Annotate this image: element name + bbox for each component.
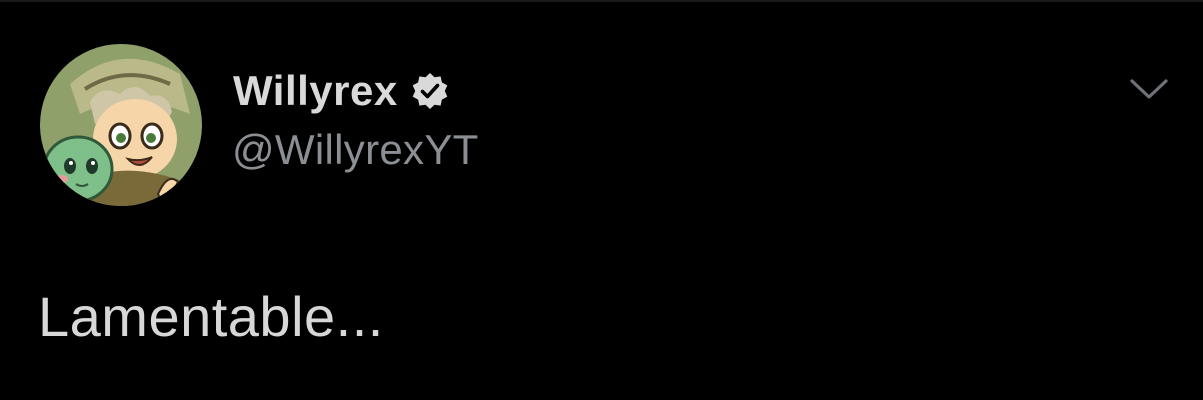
author-display-name[interactable]: Willyrex [233,67,398,115]
chevron-down-icon[interactable] [1128,74,1170,104]
avatar[interactable] [40,44,202,206]
cartoon-avatar-icon [40,44,202,206]
tweet-text: Lamentable... [38,285,384,348]
author-name-row[interactable]: Willyrex [233,64,450,118]
verified-badge-icon [410,71,450,111]
divider [0,0,1203,2]
author-handle[interactable]: @WillyrexYT [232,126,479,174]
tweet-card: Willyrex @WillyrexYT Lamentable... [0,0,1203,400]
